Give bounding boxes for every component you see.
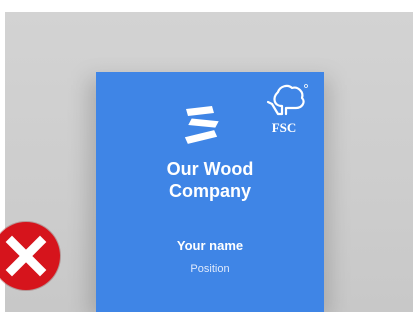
mockup-frame: FSC Our Wood Company Your name Position	[0, 0, 418, 312]
company-name-line2: Company	[168, 181, 251, 201]
fsc-label: FSC	[272, 120, 297, 135]
company-name-line1: Our Wood	[166, 159, 254, 179]
close-icon	[5, 235, 47, 277]
wood-company-logo-icon	[184, 106, 219, 144]
person-position: Position	[190, 263, 230, 275]
fsc-tree-logo-icon: FSC	[266, 84, 308, 135]
person-name: Your name	[176, 238, 244, 253]
company-name: Our Wood Company	[96, 158, 324, 202]
